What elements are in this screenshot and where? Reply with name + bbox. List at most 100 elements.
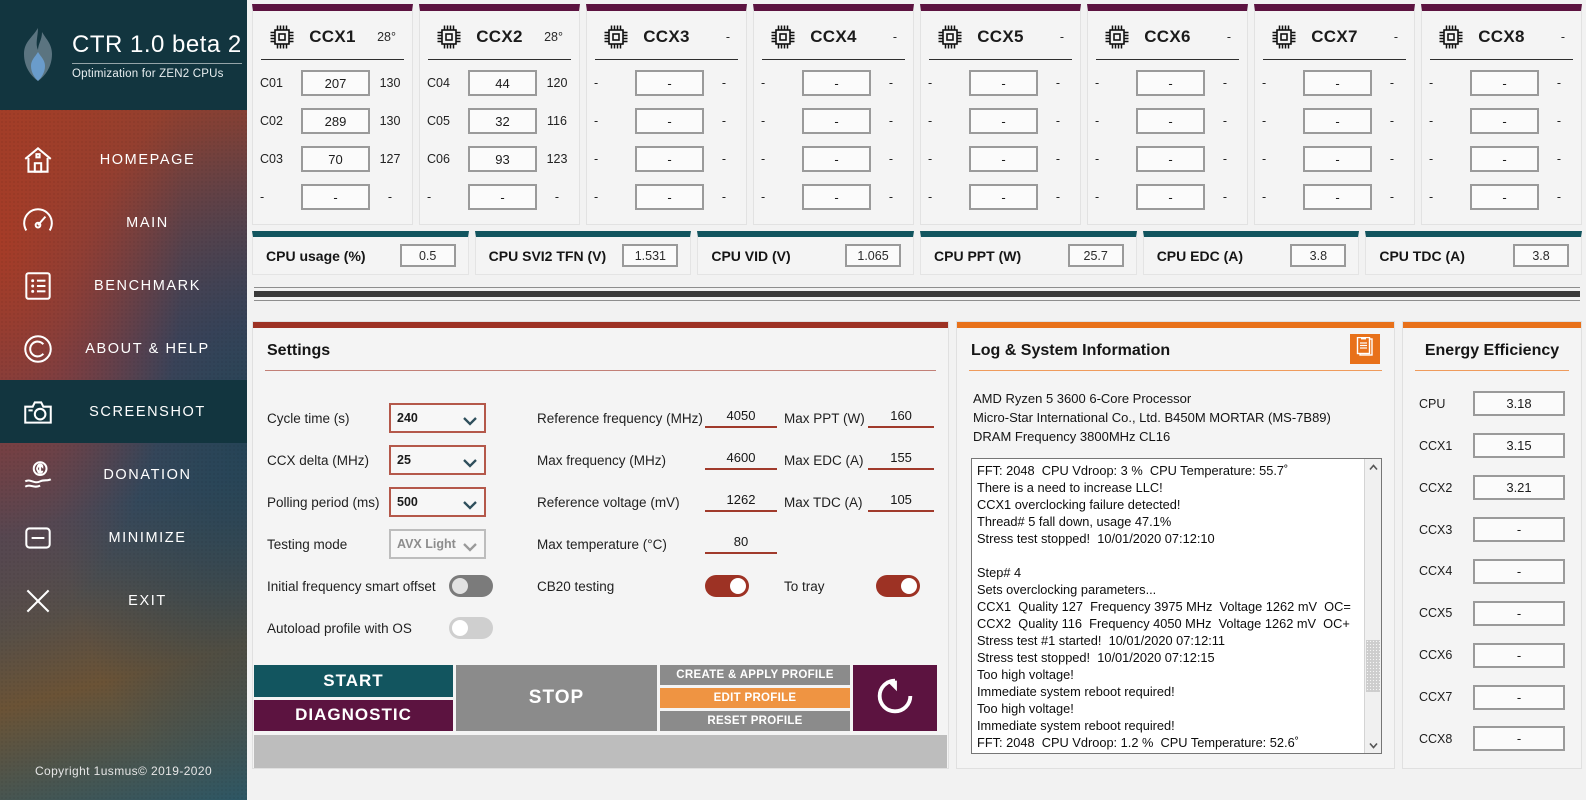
core-value-box[interactable]: - <box>1470 184 1539 210</box>
sidebar-item-benchmark[interactable]: BENCHMARK <box>0 254 247 317</box>
ccx-panel-ccx5: CCX5------------- <box>920 4 1081 225</box>
testing-mode-dropdown[interactable]: AVX Light <box>389 529 486 559</box>
sidebar-item-exit[interactable]: EXIT <box>0 569 247 632</box>
cb20-testing-toggle[interactable] <box>705 575 749 597</box>
chevron-down-icon <box>462 539 478 549</box>
energy-label: CCX1 <box>1419 439 1473 453</box>
ccx-header: CCX7- <box>1263 14 1406 60</box>
core-value-box[interactable]: - <box>1136 70 1205 96</box>
core-value-box[interactable]: 289 <box>301 108 370 134</box>
core-value-box[interactable]: - <box>468 184 537 210</box>
core-extra-value: - <box>1377 152 1407 166</box>
core-row: --- <box>928 106 1073 136</box>
core-value-box[interactable]: - <box>1303 146 1372 172</box>
status-label: CPU VID (V) <box>711 248 845 264</box>
polling-period-dropdown[interactable]: 500 <box>389 487 486 517</box>
core-row: C0444120 <box>427 68 572 98</box>
diagnostic-button[interactable]: DIAGNOSTIC <box>254 700 453 732</box>
core-value-box[interactable]: - <box>802 108 871 134</box>
core-value-box[interactable]: - <box>1303 70 1372 96</box>
profile-button-group: CREATE & APPLY PROFILE EDIT PROFILE RESE… <box>660 665 850 731</box>
cpu-chip-icon <box>1271 24 1297 50</box>
energy-row: CCX7- <box>1419 681 1565 713</box>
cpu-chip-icon <box>269 24 295 50</box>
core-value-box[interactable]: - <box>969 70 1038 96</box>
stop-button[interactable]: STOP <box>456 665 657 731</box>
max-tdc-input[interactable]: 105 <box>868 492 934 512</box>
max-frequency-input[interactable]: 4600 <box>705 450 777 470</box>
max-ppt-label: Max PPT (W) <box>784 411 868 426</box>
core-value-box[interactable]: - <box>1303 108 1372 134</box>
core-value-box[interactable]: - <box>802 184 871 210</box>
sidebar-item-donation[interactable]: DONATION <box>0 443 247 506</box>
core-value-box[interactable]: - <box>1136 108 1205 134</box>
core-value-box[interactable]: - <box>969 146 1038 172</box>
scrollbar-track[interactable] <box>1365 475 1381 737</box>
initial-frequency-smart-offset-toggle[interactable] <box>449 575 493 597</box>
sidebar-item-homepage[interactable]: HOMEPAGE <box>0 128 247 191</box>
core-value-box[interactable]: - <box>802 146 871 172</box>
testing-mode-value: AVX Light <box>397 537 462 551</box>
scrollbar-thumb[interactable] <box>1366 640 1380 692</box>
core-label: C02 <box>260 114 296 128</box>
core-value-box[interactable]: - <box>1136 146 1205 172</box>
sidebar-item-main[interactable]: MAIN <box>0 191 247 254</box>
sidebar-item-about-help[interactable]: ABOUT & HELP <box>0 317 247 380</box>
sidebar-item-screenshot[interactable]: SCREENSHOT <box>0 380 247 443</box>
settings-grid: Cycle time (s) 240 Reference frequency (… <box>253 371 948 665</box>
core-label: - <box>1095 76 1131 90</box>
reference-frequency-input[interactable]: 4050 <box>705 408 777 428</box>
core-value-box[interactable]: - <box>969 108 1038 134</box>
sidebar-item-minimize[interactable]: MINIMIZE <box>0 506 247 569</box>
max-frequency-label: Max frequency (MHz) <box>537 453 705 468</box>
reset-profile-button[interactable]: RESET PROFILE <box>660 711 850 731</box>
ccx-name: CCX1 <box>303 27 362 47</box>
core-row: --- <box>594 182 739 212</box>
status-card: CPU PPT (W)25.7 <box>920 231 1137 275</box>
core-value-box[interactable]: - <box>802 70 871 96</box>
log-title: Log & System Information <box>957 328 1350 370</box>
system-information-text: AMD Ryzen 5 3600 6-Core ProcessorMicro-S… <box>957 371 1394 454</box>
core-row: C02289130 <box>260 106 405 136</box>
ccx-delta-dropdown[interactable]: 25 <box>389 445 486 475</box>
copy-log-button[interactable] <box>1350 334 1380 364</box>
scroll-down-icon[interactable] <box>1365 737 1381 753</box>
start-button[interactable]: START <box>254 665 453 697</box>
core-value-box[interactable]: 207 <box>301 70 370 96</box>
core-value-box[interactable]: 44 <box>468 70 537 96</box>
core-value-box[interactable]: - <box>1470 146 1539 172</box>
cycle-time-dropdown[interactable]: 240 <box>389 403 486 433</box>
core-row: --- <box>1095 144 1240 174</box>
autoload-profile-toggle[interactable] <box>449 617 493 639</box>
to-tray-toggle[interactable] <box>876 575 920 597</box>
core-value-box[interactable]: 32 <box>468 108 537 134</box>
core-value-box[interactable]: - <box>635 146 704 172</box>
core-value-box[interactable]: - <box>969 184 1038 210</box>
core-value-box[interactable]: 70 <box>301 146 370 172</box>
log-entries[interactable]: FFT: 2048 CPU Vdroop: 3 % CPU Temperatur… <box>972 459 1364 753</box>
core-value-box[interactable]: - <box>635 108 704 134</box>
core-label: - <box>928 114 964 128</box>
max-edc-input[interactable]: 155 <box>868 450 934 470</box>
ccx-panel-ccx4: CCX4------------- <box>753 4 914 225</box>
core-value-box[interactable]: - <box>301 184 370 210</box>
core-value-box[interactable]: - <box>1303 184 1372 210</box>
edit-profile-button[interactable]: EDIT PROFILE <box>660 688 850 708</box>
max-temperature-input[interactable]: 80 <box>705 534 777 554</box>
sidebar-item-label: MINIMIZE <box>76 530 247 546</box>
log-scrollbar[interactable] <box>1364 459 1381 753</box>
core-value-box[interactable]: - <box>1136 184 1205 210</box>
core-value-box[interactable]: - <box>1470 108 1539 134</box>
core-value-box[interactable]: 93 <box>468 146 537 172</box>
core-label: - <box>594 152 630 166</box>
max-ppt-input[interactable]: 160 <box>868 408 934 428</box>
reference-voltage-input[interactable]: 1262 <box>705 492 777 512</box>
energy-value: - <box>1473 643 1565 668</box>
reload-button[interactable] <box>853 665 937 731</box>
core-value-box[interactable]: - <box>635 70 704 96</box>
scroll-up-icon[interactable] <box>1365 459 1381 475</box>
create-apply-profile-button[interactable]: CREATE & APPLY PROFILE <box>660 665 850 685</box>
system-info-line: Micro-Star International Co., Ltd. B450M… <box>973 408 1378 427</box>
core-value-box[interactable]: - <box>1470 70 1539 96</box>
core-value-box[interactable]: - <box>635 184 704 210</box>
